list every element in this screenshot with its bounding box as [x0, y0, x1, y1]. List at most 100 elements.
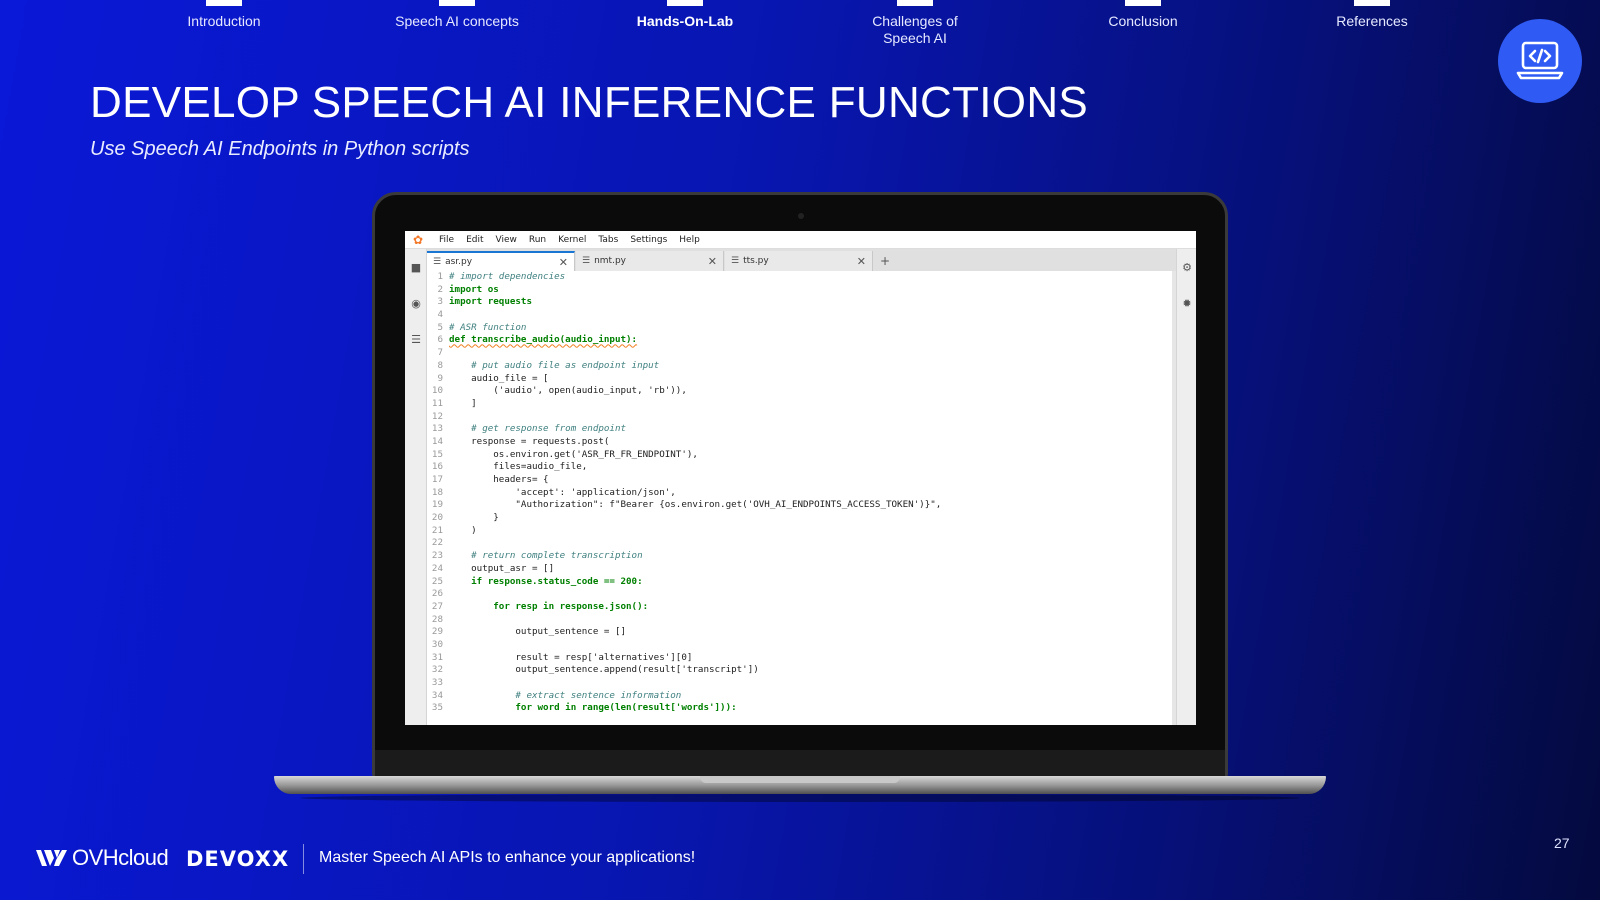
menu-run[interactable]: Run [529, 235, 546, 245]
nav-item-introduction[interactable]: Introduction [134, 0, 314, 30]
code-line: 28 [427, 614, 1176, 627]
running-kernels-icon[interactable]: ◉ [405, 285, 427, 321]
line-number: 34 [431, 689, 443, 701]
line-number: 20 [431, 512, 443, 524]
menu-file[interactable]: File [439, 235, 454, 245]
line-number: 23 [431, 550, 443, 562]
nav-item-challenges[interactable]: Challenges of Speech AI [825, 0, 1005, 47]
code-text: files=audio_file, [449, 461, 588, 473]
debugger-icon[interactable]: ✹ [1177, 285, 1196, 321]
line-number: 9 [437, 372, 443, 384]
line-number: 15 [431, 448, 443, 460]
code-text: # extract sentence information [449, 689, 682, 701]
nav-marker [1125, 0, 1161, 6]
code-line: 17 headers= { [427, 474, 1176, 487]
tab-asr-py[interactable]: ☰ asr.py ✕ [427, 251, 575, 271]
tab-label: asr.py [445, 257, 473, 267]
line-number: 22 [431, 537, 443, 549]
menu-settings[interactable]: Settings [630, 235, 667, 245]
tab-nmt-py[interactable]: ☰ nmt.py ✕ [576, 251, 724, 271]
table-of-contents-icon[interactable]: ☰ [405, 321, 427, 357]
code-text: result = resp['alternatives'][0] [449, 651, 693, 663]
code-line: 2 import os [427, 284, 1176, 297]
code-line: 5 # ASR function [427, 322, 1176, 335]
nav-item-label: Introduction [187, 13, 261, 29]
menu-view[interactable]: View [496, 235, 517, 245]
line-number: 3 [437, 296, 443, 308]
code-line: 19 "Authorization": f"Bearer {os.environ… [427, 499, 1176, 512]
code-text: } [449, 512, 499, 524]
nav-item-speech-ai-concepts[interactable]: Speech AI concepts [367, 0, 547, 30]
file-icon: ☰ [433, 257, 442, 267]
nav-item-conclusion[interactable]: Conclusion [1053, 0, 1233, 30]
code-line: 33 [427, 677, 1176, 690]
code-text: output_asr = [] [449, 562, 555, 574]
code-line: 32 output_sentence.append(result['transc… [427, 664, 1176, 677]
line-number: 28 [431, 613, 443, 625]
tab-label: tts.py [743, 256, 769, 266]
code-line: 4 [427, 309, 1176, 322]
close-icon[interactable]: ✕ [559, 256, 568, 269]
line-number: 4 [437, 309, 443, 321]
nav-item-hands-on-lab[interactable]: Hands-On-Lab [595, 0, 775, 30]
code-line: 9 audio_file = [ [427, 373, 1176, 386]
code-text: audio_file = [ [449, 372, 549, 384]
tab-tts-py[interactable]: ☰ tts.py ✕ [725, 251, 873, 271]
code-text: # get response from endpoint [449, 423, 627, 435]
close-icon[interactable]: ✕ [857, 255, 866, 268]
line-number: 13 [431, 423, 443, 435]
new-tab-plus-icon[interactable]: + [874, 254, 896, 271]
file-icon: ☰ [582, 256, 591, 266]
code-line: 27 for resp in response.json(): [427, 601, 1176, 614]
code-line: 22 [427, 537, 1176, 550]
code-editor[interactable]: 1 # import dependencies 2 import os 3 import … [427, 271, 1176, 725]
property-inspector-icon[interactable]: ⚙ [1177, 249, 1196, 285]
menu-kernel[interactable]: Kernel [558, 235, 586, 245]
code-line: 8 # put audio file as endpoint input [427, 360, 1176, 373]
code-text: # import dependencies [449, 271, 566, 282]
code-text: 'accept': 'application/json', [449, 486, 676, 498]
code-line: 14 response = requests.post( [427, 436, 1176, 449]
editor-tabbar: ☰ asr.py ✕ ☰ nmt.py ✕ ☰ tts.py ✕ + [427, 249, 1176, 271]
code-line: 21 ) [427, 525, 1176, 538]
code-text: def transcribe_audio(audio_input): [449, 334, 638, 346]
code-line: 18 'accept': 'application/json', [427, 487, 1176, 500]
folder-icon[interactable]: ■ [405, 249, 427, 285]
line-number: 14 [431, 435, 443, 447]
code-line: 10 ('audio', open(audio_input, 'rb')), [427, 385, 1176, 398]
footer-divider [303, 844, 304, 874]
code-text: for resp in response.json(): [449, 600, 649, 612]
menu-help[interactable]: Help [679, 235, 700, 245]
code-text: headers= { [449, 474, 549, 485]
code-text: ) [449, 524, 477, 536]
line-number: 12 [431, 410, 443, 422]
slide-title: DEVELOP SPEECH AI INFERENCE FUNCTIONS [90, 78, 1089, 127]
line-number: 27 [431, 600, 443, 612]
code-text: # put audio file as endpoint input [449, 359, 660, 371]
nav-item-label: Challenges of Speech AI [872, 13, 958, 46]
file-icon: ☰ [731, 256, 740, 266]
line-number: 19 [431, 499, 443, 511]
code-line: 34 # extract sentence information [427, 690, 1176, 703]
laptop-hinge-notch [700, 776, 900, 783]
code-text: response = requests.post( [449, 435, 610, 447]
line-number: 6 [437, 334, 443, 346]
tab-label: nmt.py [594, 256, 626, 266]
ide-screen: ✿ File Edit View Run Kernel Tabs Setting… [405, 231, 1196, 725]
line-number: 2 [437, 283, 443, 295]
line-number: 7 [437, 347, 443, 359]
line-number: 32 [431, 664, 443, 676]
close-icon[interactable]: ✕ [708, 255, 717, 268]
line-number: 8 [437, 359, 443, 371]
nav-item-label: Hands-On-Lab [636, 13, 734, 29]
code-text: for word in range(len(result['words'])): [449, 702, 737, 714]
code-text: output_sentence.append(result['transcrip… [449, 664, 759, 676]
nav-marker [667, 0, 703, 6]
line-number: 17 [431, 474, 443, 485]
menu-edit[interactable]: Edit [466, 235, 483, 245]
ovhcloud-mark-icon [36, 850, 67, 866]
menu-tabs[interactable]: Tabs [598, 235, 618, 245]
code-text: # ASR function [449, 321, 527, 333]
nav-item-label: Speech AI concepts [395, 13, 519, 29]
nav-item-references[interactable]: References [1282, 0, 1462, 30]
